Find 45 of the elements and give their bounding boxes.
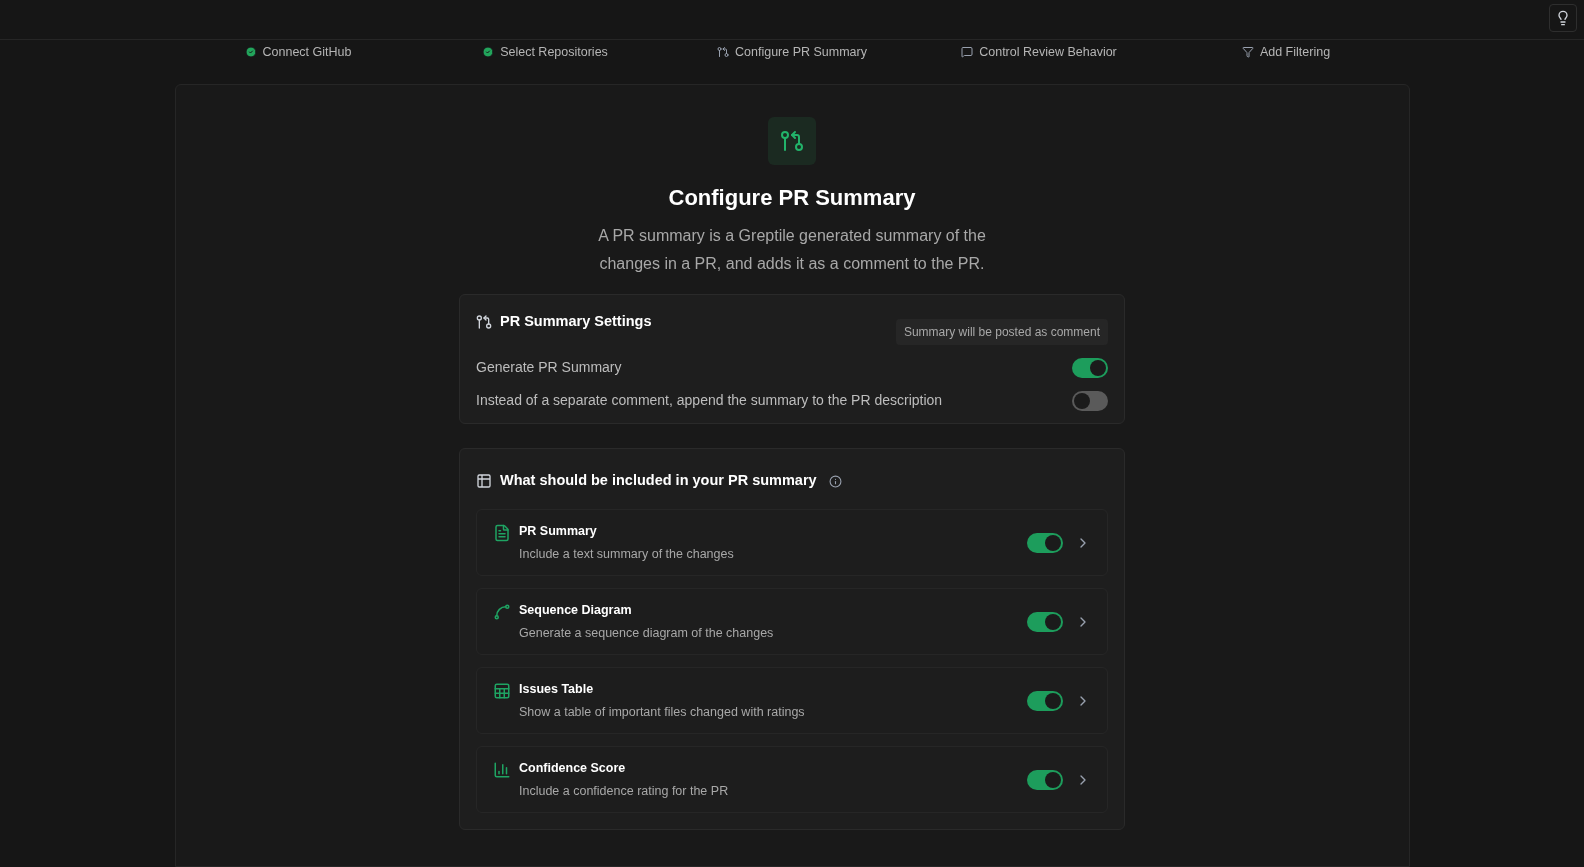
step-label[interactable]: Select Repositories <box>500 42 608 62</box>
step-label[interactable]: Add Filtering <box>1259 42 1331 62</box>
summary-option-card[interactable]: Confidence Score Include a confidence rating for the PR <box>476 746 1108 813</box>
document-icon <box>493 524 511 542</box>
option-title: PR Summary <box>519 522 598 540</box>
option-description: Include a confidence rating for the PR <box>519 782 730 800</box>
filter-icon <box>1241 46 1254 58</box>
toggle-switch[interactable] <box>1027 611 1063 632</box>
toggle-switch[interactable] <box>1027 532 1063 553</box>
comment-icon <box>961 46 974 58</box>
toggle-switch[interactable] <box>1072 357 1108 378</box>
step-label[interactable]: Configure PR Summary <box>735 42 867 62</box>
table-icon <box>493 682 511 700</box>
page-title: Configure PR Summary <box>668 184 916 212</box>
option-label: Instead of a separate comment, append the summary to the PR description <box>476 391 943 410</box>
step-label[interactable]: Connect GitHub <box>262 42 352 62</box>
toggle-switch[interactable] <box>1072 390 1108 411</box>
curve-icon <box>493 603 511 621</box>
option-description: Show a table of important files changed with ratings <box>519 703 806 721</box>
option-title: Sequence Diagram <box>519 601 633 619</box>
option-label: Generate PR Summary <box>476 358 622 377</box>
pull-request-icon <box>768 117 816 165</box>
info-badge: Summary will be posted as comment <box>895 319 1108 345</box>
pull-request-icon <box>717 46 729 58</box>
bar-chart-icon <box>493 761 511 779</box>
step-label[interactable]: Control Review Behavior <box>979 42 1117 62</box>
summary-option-card[interactable]: Issues Table Show a table of important files changed with ratings <box>476 667 1108 734</box>
option-title: Issues Table <box>519 680 595 698</box>
option-description: Include a text summary of the changes <box>519 545 735 563</box>
section-title: What should be included in your PR summary <box>500 471 817 491</box>
info-icon <box>828 474 842 488</box>
page-description: A PR summary is a Greptile generated summary of the changes in a PR, and adds it as a comment to the PR. <box>597 226 987 274</box>
check-circle-icon <box>244 46 257 58</box>
check-circle-icon <box>482 46 495 58</box>
lightbulb-icon <box>1555 10 1571 26</box>
summary-option-card[interactable]: Sequence Diagram Generate a sequence diagram of the changes <box>476 588 1108 655</box>
pull-request-icon <box>476 313 492 330</box>
summary-option-card[interactable]: PR Summary Include a text summary of the changes <box>476 509 1108 576</box>
section-title: PR Summary Settings <box>500 312 652 331</box>
toggle-switch[interactable] <box>1027 690 1063 711</box>
list-icon <box>476 473 492 489</box>
lightbulb-button[interactable] <box>1549 4 1577 32</box>
option-title: Confidence Score <box>519 759 627 777</box>
toggle-switch[interactable] <box>1027 769 1063 790</box>
option-description: Generate a sequence diagram of the changes <box>519 624 775 642</box>
